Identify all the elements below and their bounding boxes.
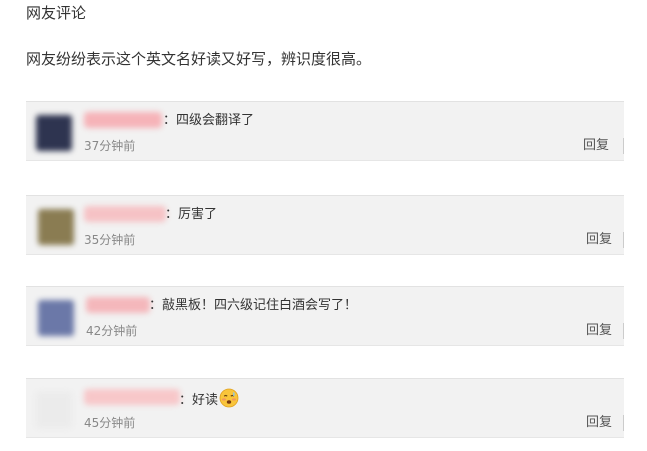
comment-card: ：厉害了 35分钟前 回复 bbox=[26, 195, 624, 255]
comment-card: ：四级会翻译了 37分钟前 回复 bbox=[26, 101, 624, 161]
avatar[interactable] bbox=[36, 392, 72, 428]
username-blurred[interactable] bbox=[84, 112, 162, 128]
card-divider bbox=[623, 415, 624, 431]
section-title: 网友评论 bbox=[26, 4, 87, 22]
intro-text: 网友纷纷表示这个英文名好读又好写，辨识度很高。 bbox=[26, 50, 372, 68]
comment-text: ：好读 bbox=[179, 388, 239, 415]
card-divider bbox=[623, 232, 624, 248]
username-blurred[interactable] bbox=[84, 389, 180, 405]
embarrassed-face-icon bbox=[219, 388, 239, 415]
reply-button[interactable]: 回复 bbox=[586, 231, 612, 249]
comment-time: 42分钟前 bbox=[86, 324, 138, 338]
comment-text: ：四级会翻译了 bbox=[163, 113, 255, 128]
comment-time: 35分钟前 bbox=[84, 233, 136, 247]
username-blurred[interactable] bbox=[86, 297, 150, 313]
reply-button[interactable]: 回复 bbox=[586, 414, 612, 432]
username-blurred[interactable] bbox=[84, 206, 166, 222]
comment-text: ：厉害了 bbox=[165, 207, 218, 222]
comment-text-label: ：好读 bbox=[179, 393, 219, 408]
comment-card: ：好读 45分钟前 回复 bbox=[26, 378, 624, 438]
avatar[interactable] bbox=[38, 300, 74, 336]
comment-time: 37分钟前 bbox=[84, 139, 136, 153]
reply-button[interactable]: 回复 bbox=[583, 137, 609, 155]
card-divider bbox=[623, 138, 624, 154]
avatar[interactable] bbox=[38, 209, 74, 245]
card-divider bbox=[623, 323, 624, 339]
comment-card: ：敲黑板！四六级记住白酒会写了！ 42分钟前 回复 bbox=[26, 286, 624, 346]
avatar[interactable] bbox=[36, 115, 72, 151]
comment-time: 45分钟前 bbox=[84, 416, 136, 430]
reply-button[interactable]: 回复 bbox=[586, 322, 612, 340]
comment-text: ：敲黑板！四六级记住白酒会写了！ bbox=[149, 298, 358, 313]
